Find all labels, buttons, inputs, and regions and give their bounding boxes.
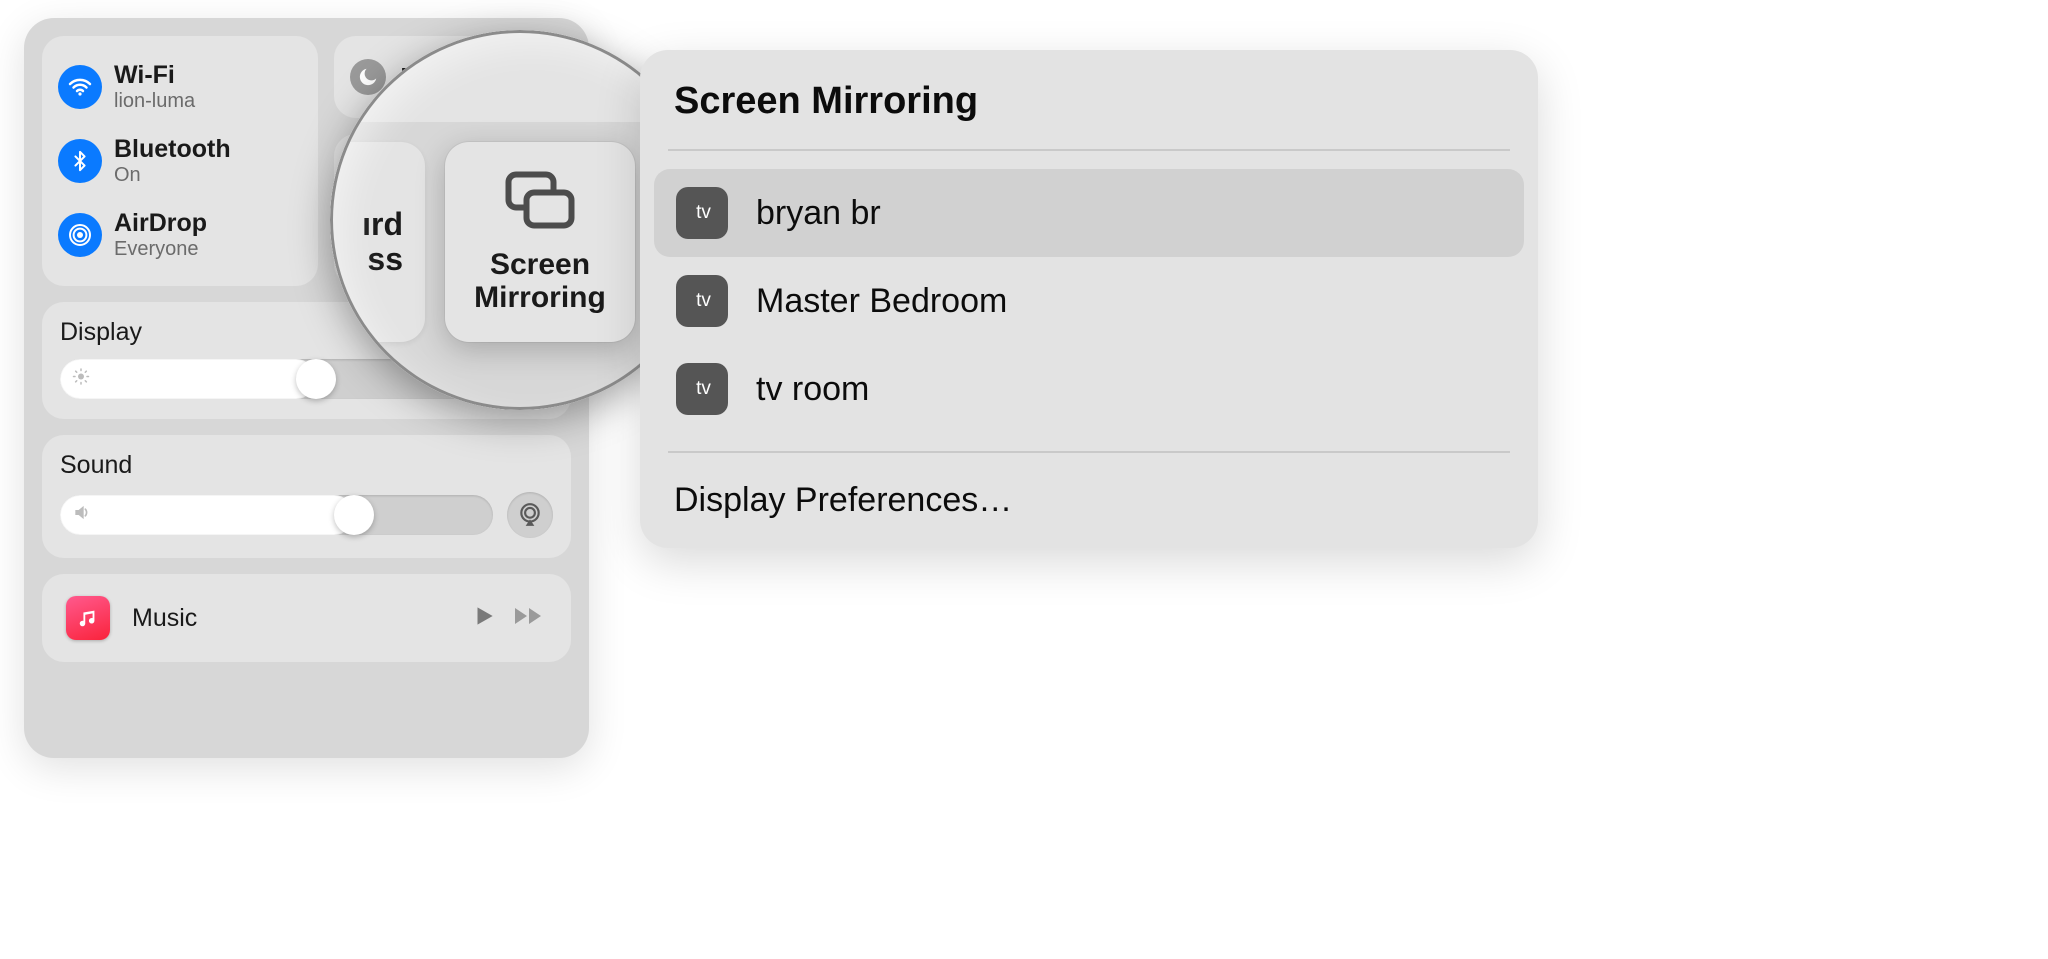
bluetooth-icon — [58, 139, 102, 183]
airplay-device-list: tv bryan br tv Master Bedroom tv tv room — [640, 169, 1538, 433]
music-tile[interactable]: Music — [42, 574, 571, 662]
appletv-icon: tv — [676, 275, 728, 327]
lens-screen-mirroring-label: Screen Mirroring — [474, 249, 606, 314]
music-label: Music — [132, 604, 449, 633]
next-track-button[interactable] — [513, 603, 547, 634]
sound-title: Sound — [60, 451, 553, 480]
wifi-icon — [58, 65, 102, 109]
screen-mirroring-icon — [503, 170, 577, 235]
sound-section: Sound — [42, 435, 571, 558]
wifi-label: Wi-Fi — [114, 61, 195, 90]
music-app-icon — [66, 596, 110, 640]
connectivity-tile: Wi-Fi lion-luma Bluetooth On AirDrop — [42, 36, 318, 286]
airplay-device-row[interactable]: tv tv room — [654, 345, 1524, 433]
wifi-item[interactable]: Wi-Fi lion-luma — [56, 57, 304, 117]
wifi-network-name: lion-luma — [114, 90, 195, 113]
speaker-icon — [72, 503, 92, 528]
appletv-icon: tv — [676, 187, 728, 239]
airplay-device-row[interactable]: tv bryan br — [654, 169, 1524, 257]
screen-mirroring-popover: Screen Mirroring tv bryan br tv Master B… — [640, 50, 1538, 548]
airdrop-item[interactable]: AirDrop Everyone — [56, 205, 304, 265]
display-preferences-link[interactable]: Display Preferences… — [640, 471, 1538, 526]
bluetooth-label: Bluetooth — [114, 135, 231, 164]
sound-volume-slider[interactable] — [60, 495, 493, 535]
lens-screen-mirroring-tile[interactable]: Screen Mirroring — [445, 142, 635, 342]
airdrop-status: Everyone — [114, 238, 207, 261]
divider — [668, 149, 1510, 151]
airplay-device-name: Master Bedroom — [756, 282, 1007, 321]
bluetooth-item[interactable]: Bluetooth On — [56, 131, 304, 191]
screen-mirroring-title: Screen Mirroring — [640, 80, 1538, 149]
brightness-icon — [72, 368, 90, 391]
play-button[interactable] — [471, 603, 497, 634]
airplay-audio-button[interactable] — [507, 492, 553, 538]
music-transport-controls — [471, 603, 547, 634]
airplay-device-row[interactable]: tv Master Bedroom — [654, 257, 1524, 345]
airdrop-label: AirDrop — [114, 209, 207, 238]
divider — [668, 451, 1510, 453]
bluetooth-status: On — [114, 164, 231, 187]
lens-keyboard-brightness-tile: ırd ss — [330, 142, 425, 342]
appletv-icon: tv — [676, 363, 728, 415]
airplay-device-name: bryan br — [756, 194, 881, 233]
airdrop-icon — [58, 213, 102, 257]
airplay-device-name: tv room — [756, 370, 869, 409]
